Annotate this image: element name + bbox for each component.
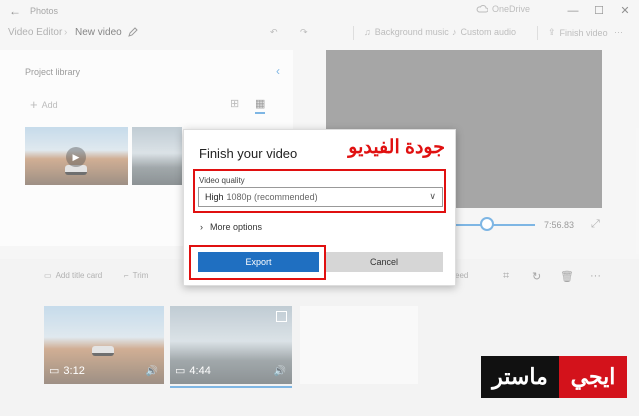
more-options-toggle[interactable]: › More options xyxy=(200,222,262,232)
arabic-caption: جودة الفيديو xyxy=(348,137,445,158)
quality-highlight-box xyxy=(193,169,446,213)
logo-part-egy: ايجي xyxy=(559,356,627,398)
chevron-right-icon: › xyxy=(200,222,203,232)
site-logo: ماستر ايجي xyxy=(481,356,627,398)
export-highlight-box xyxy=(189,245,326,280)
cancel-button[interactable]: Cancel xyxy=(325,252,443,272)
logo-part-master: ماستر xyxy=(481,356,559,398)
more-options-label: More options xyxy=(210,222,263,232)
dialog-title: Finish your video xyxy=(199,146,298,161)
